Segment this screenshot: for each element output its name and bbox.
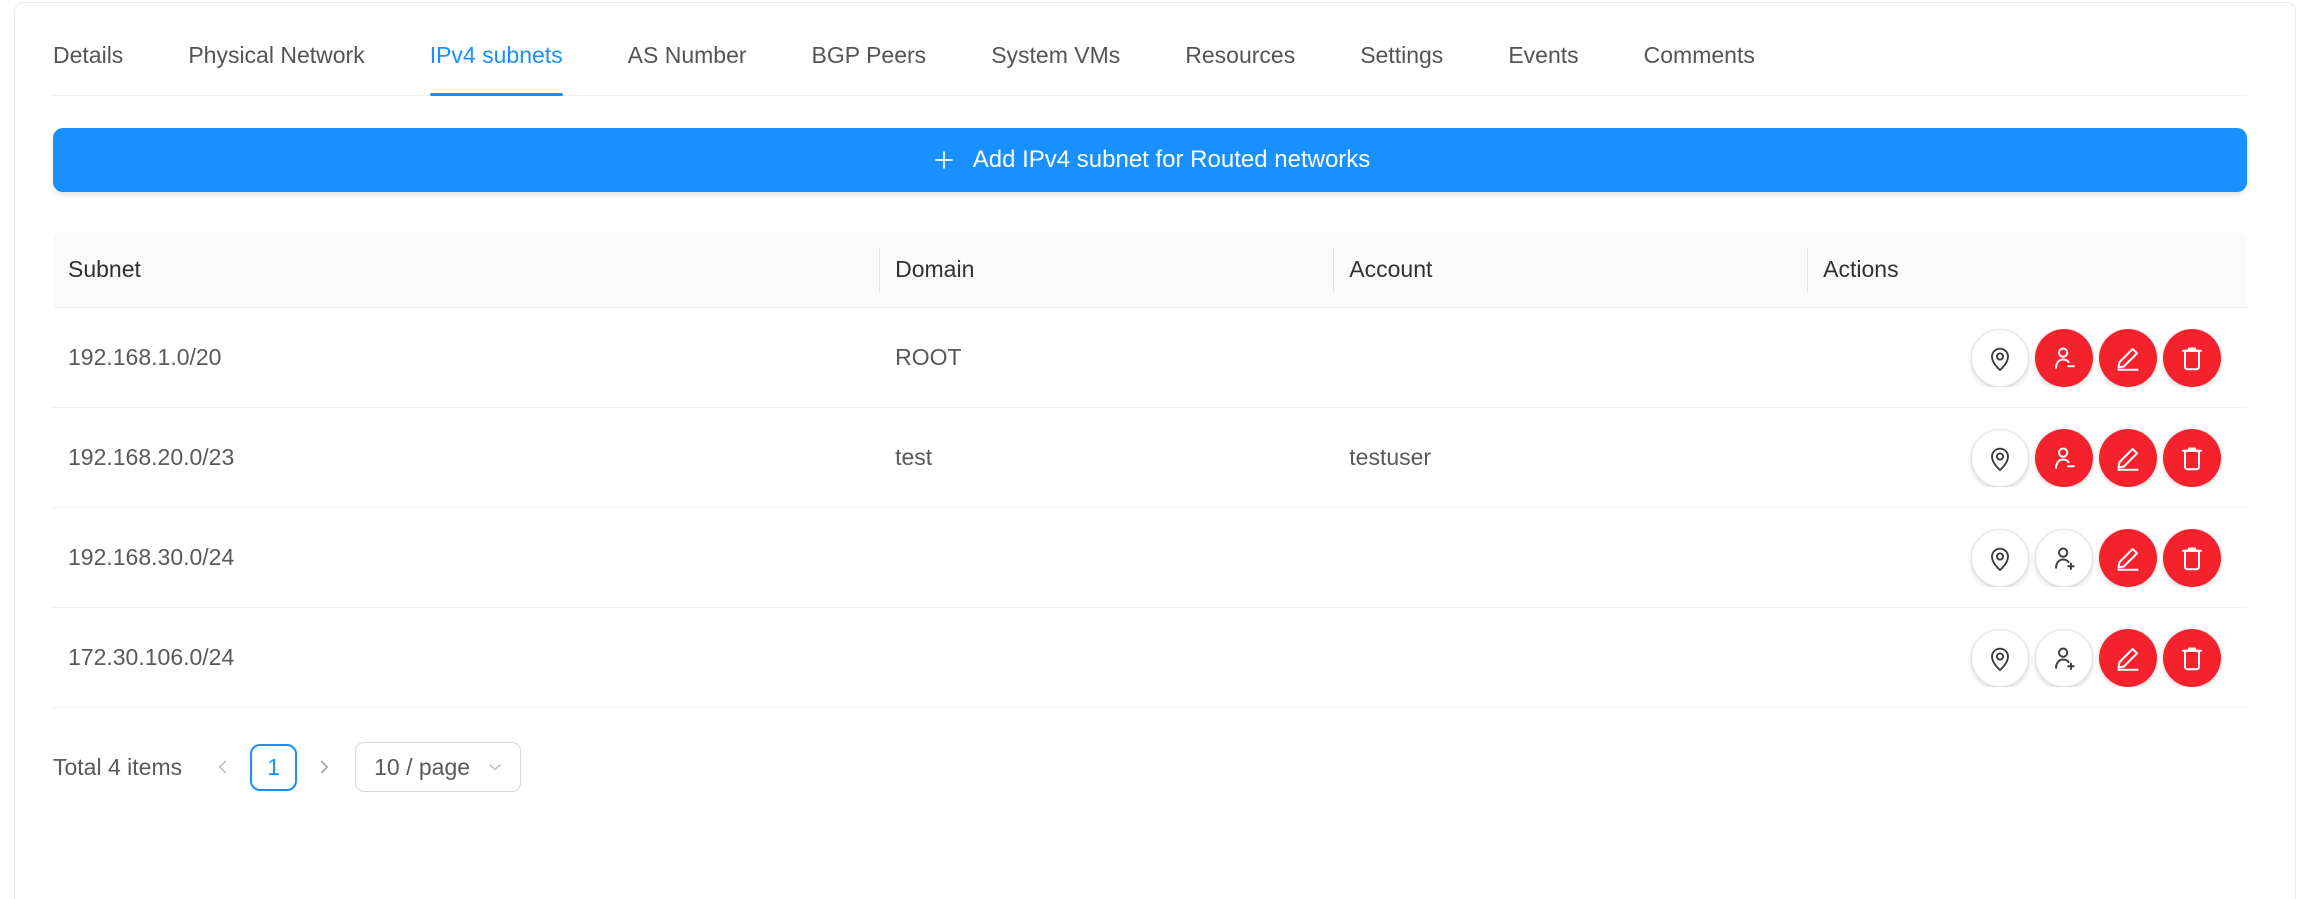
pagination-total-label: Total 4 items (53, 754, 182, 781)
tab-events[interactable]: Events (1508, 17, 1578, 95)
view-metrics-button[interactable] (1971, 329, 2029, 387)
user-action-icon (2049, 343, 2079, 373)
view-metrics-button[interactable] (1971, 629, 2029, 687)
delete-icon (2177, 443, 2207, 473)
environment-icon (1985, 343, 2015, 373)
tab-resources[interactable]: Resources (1185, 17, 1295, 95)
column-header-actions: Actions (1808, 256, 2247, 283)
edit-button[interactable] (2099, 329, 2157, 387)
table-header-row: Subnet Domain Account Actions (53, 232, 2247, 308)
actions-cell (1808, 529, 2247, 587)
user-add-button[interactable] (2035, 529, 2093, 587)
actions-cell (1808, 329, 2247, 387)
pagination-prev-button[interactable] (212, 756, 234, 778)
pagination: Total 4 items 1 10 / page (53, 742, 2247, 792)
table-row: 192.168.30.0/24 (53, 508, 2247, 608)
tab-comments[interactable]: Comments (1644, 17, 1755, 95)
user-remove-button[interactable] (2035, 329, 2093, 387)
tab-system-vms[interactable]: System VMs (991, 17, 1120, 95)
chevron-down-icon (485, 757, 505, 777)
delete-button[interactable] (2163, 529, 2221, 587)
column-header-domain: Domain (880, 256, 1334, 283)
delete-button[interactable] (2163, 429, 2221, 487)
user-add-button[interactable] (2035, 629, 2093, 687)
ipv4-subnets-table: Subnet Domain Account Actions 192.168.1.… (53, 232, 2247, 708)
edit-icon (2113, 643, 2143, 673)
domain-cell: ROOT (880, 344, 1334, 371)
chevron-right-icon (313, 756, 335, 778)
tab-bgp-peers[interactable]: BGP Peers (812, 17, 927, 95)
add-ipv4-subnet-button[interactable]: Add IPv4 subnet for Routed networks (53, 128, 2247, 192)
table-row: 192.168.20.0/23testtestuser (53, 408, 2247, 508)
subnet-cell: 192.168.20.0/23 (53, 444, 880, 471)
delete-icon (2177, 543, 2207, 573)
user-action-icon (2049, 443, 2079, 473)
column-header-subnet: Subnet (53, 256, 880, 283)
page-size-select[interactable]: 10 / page (355, 742, 521, 792)
actions-cell (1808, 629, 2247, 687)
edit-button[interactable] (2099, 529, 2157, 587)
view-metrics-button[interactable] (1971, 429, 2029, 487)
subnet-cell: 192.168.30.0/24 (53, 544, 880, 571)
user-remove-button[interactable] (2035, 429, 2093, 487)
delete-icon (2177, 343, 2207, 373)
add-ipv4-subnet-label: Add IPv4 subnet for Routed networks (973, 146, 1371, 174)
pagination-page-1[interactable]: 1 (250, 744, 297, 791)
account-cell: testuser (1334, 444, 1808, 471)
subnet-cell: 172.30.106.0/24 (53, 644, 880, 671)
tab-as-number[interactable]: AS Number (628, 17, 747, 95)
environment-icon (1985, 443, 2015, 473)
subnet-cell: 192.168.1.0/20 (53, 344, 880, 371)
delete-button[interactable] (2163, 329, 2221, 387)
tab-physical-network[interactable]: Physical Network (188, 17, 364, 95)
tab-bar: Details Physical Network IPv4 subnets AS… (53, 17, 2247, 96)
actions-cell (1808, 429, 2247, 487)
table-row: 172.30.106.0/24 (53, 608, 2247, 708)
edit-icon (2113, 443, 2143, 473)
view-metrics-button[interactable] (1971, 529, 2029, 587)
delete-button[interactable] (2163, 629, 2221, 687)
edit-icon (2113, 543, 2143, 573)
tab-ipv4-subnets[interactable]: IPv4 subnets (430, 17, 563, 95)
plus-icon (930, 146, 958, 174)
tab-details[interactable]: Details (53, 17, 123, 95)
delete-icon (2177, 643, 2207, 673)
edit-button[interactable] (2099, 429, 2157, 487)
tab-settings[interactable]: Settings (1360, 17, 1443, 95)
edit-button[interactable] (2099, 629, 2157, 687)
edit-icon (2113, 343, 2143, 373)
column-header-account: Account (1334, 256, 1808, 283)
domain-cell: test (880, 444, 1334, 471)
environment-icon (1985, 543, 2015, 573)
table-body: 192.168.1.0/20ROOT192.168.20.0/23testtes… (53, 308, 2247, 708)
chevron-left-icon (212, 756, 234, 778)
user-action-icon (2049, 543, 2079, 573)
page-size-label: 10 / page (374, 754, 470, 781)
network-detail-card: Details Physical Network IPv4 subnets AS… (14, 2, 2296, 899)
table-row: 192.168.1.0/20ROOT (53, 308, 2247, 408)
environment-icon (1985, 643, 2015, 673)
user-action-icon (2049, 643, 2079, 673)
pagination-next-button[interactable] (313, 756, 335, 778)
